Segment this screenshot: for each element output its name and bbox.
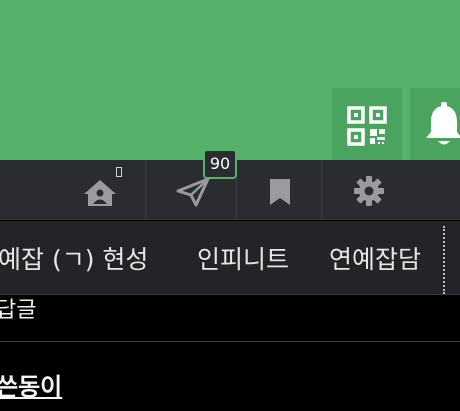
notifications-button[interactable]	[410, 88, 460, 160]
home-icon	[84, 180, 116, 206]
settings-button[interactable]	[322, 160, 417, 220]
tab-entertainment-chat[interactable]: 연예잡담	[329, 245, 421, 275]
list-item-text: 답글	[0, 298, 37, 323]
gear-icon	[354, 176, 384, 206]
header-left-glyph: ·	[0, 122, 1, 138]
message-count-badge: 90	[203, 149, 237, 179]
status-indicator	[116, 167, 122, 177]
category-tabs: 예잡 (ㄱ) 현성 인피니트 연예잡담	[0, 221, 460, 295]
bell-icon	[426, 102, 460, 145]
list-item[interactable]	[0, 296, 460, 342]
send-icon	[176, 177, 210, 207]
tabs-scroll-divider	[443, 226, 445, 294]
tab-entertainment-misc[interactable]: 예잡 (ㄱ) 현성	[0, 245, 148, 275]
home-button[interactable]	[60, 160, 145, 220]
bookmark-button[interactable]	[237, 160, 321, 220]
qr-code-icon	[347, 106, 387, 146]
tab-infinite[interactable]: 인피니트	[197, 245, 289, 275]
bookmark-icon	[270, 179, 290, 205]
qr-code-button[interactable]	[332, 88, 402, 160]
app-header: ·	[0, 0, 460, 160]
author-link[interactable]: 쓴동이	[0, 372, 62, 402]
